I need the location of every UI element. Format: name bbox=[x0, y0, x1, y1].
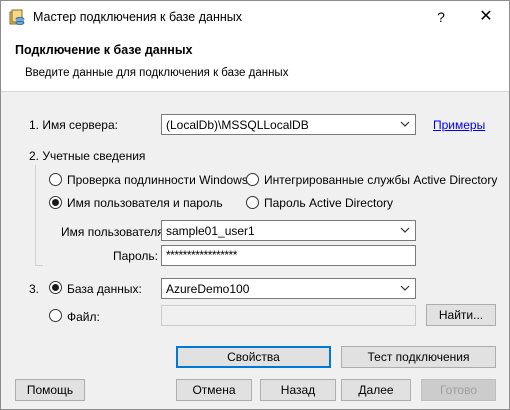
credentials-group-line bbox=[35, 165, 36, 265]
properties-button[interactable]: Свойства bbox=[176, 346, 331, 368]
wizard-header: Подключение к базе данных Введите данные… bbox=[1, 33, 509, 91]
password-field[interactable]: ***************** bbox=[161, 245, 416, 266]
page-subtitle: Введите данные для подключения к базе да… bbox=[25, 67, 289, 79]
header-divider bbox=[1, 91, 509, 92]
chevron-down-icon bbox=[400, 227, 410, 233]
examples-link[interactable]: Примеры bbox=[433, 118, 485, 132]
chevron-down-icon bbox=[400, 285, 410, 291]
find-button[interactable]: Найти... bbox=[426, 304, 496, 326]
file-path-field[interactable] bbox=[161, 305, 416, 326]
username-label: Имя пользователя: bbox=[61, 225, 168, 239]
database-value: AzureDemo100 bbox=[166, 282, 250, 296]
title-bar[interactable]: Мастер подключения к базе данных ? ✕ bbox=[1, 1, 509, 33]
windows-auth-radio[interactable] bbox=[49, 173, 62, 186]
windows-auth-label[interactable]: Проверка подлинности Windows bbox=[67, 173, 248, 187]
back-button[interactable]: Назад bbox=[260, 379, 336, 401]
ad-integrated-label[interactable]: Интегрированные службы Active Directory bbox=[264, 173, 497, 187]
next-button[interactable]: Далее bbox=[341, 379, 411, 401]
credentials-group-line-bottom bbox=[35, 265, 43, 266]
close-button[interactable]: ✕ bbox=[471, 5, 501, 29]
password-label: Пароль: bbox=[113, 249, 158, 263]
file-radio[interactable] bbox=[49, 309, 62, 322]
chevron-down-icon bbox=[400, 121, 410, 127]
ad-password-label[interactable]: Пароль Active Directory bbox=[264, 196, 393, 210]
help-title-button[interactable]: ? bbox=[426, 5, 456, 29]
database-section-number: 3. bbox=[29, 282, 40, 296]
user-password-label[interactable]: Имя пользователя и пароль bbox=[67, 196, 223, 210]
page-title: Подключение к базе данных bbox=[15, 43, 193, 57]
password-value: ***************** bbox=[166, 248, 237, 262]
database-label[interactable]: База данных: bbox=[67, 282, 142, 296]
cancel-button[interactable]: Отмена bbox=[176, 379, 252, 401]
file-label[interactable]: Файл: bbox=[67, 310, 100, 324]
database-combobox[interactable]: AzureDemo100 bbox=[161, 278, 416, 299]
database-radio[interactable] bbox=[49, 281, 62, 294]
help-button[interactable]: Помощь bbox=[15, 379, 85, 401]
ad-integrated-radio[interactable] bbox=[246, 173, 259, 186]
ad-password-radio[interactable] bbox=[246, 196, 259, 209]
credentials-label: 2. Учетные сведения bbox=[29, 149, 146, 163]
test-connection-button[interactable]: Тест подключения bbox=[341, 346, 496, 368]
finish-button[interactable]: Готово bbox=[421, 379, 496, 401]
connection-wizard-window: Мастер подключения к базе данных ? ✕ Под… bbox=[0, 0, 510, 410]
username-value: sample01_user1 bbox=[166, 224, 255, 238]
username-combobox[interactable]: sample01_user1 bbox=[161, 220, 416, 241]
server-name-label: 1. Имя сервера: bbox=[29, 118, 118, 132]
user-password-radio[interactable] bbox=[49, 196, 62, 209]
server-name-combobox[interactable]: (LocalDb)\MSSQLLocalDB bbox=[161, 114, 416, 135]
window-title: Мастер подключения к базе данных bbox=[33, 10, 242, 24]
database-wizard-icon bbox=[9, 9, 25, 25]
server-name-value: (LocalDb)\MSSQLLocalDB bbox=[166, 118, 309, 132]
